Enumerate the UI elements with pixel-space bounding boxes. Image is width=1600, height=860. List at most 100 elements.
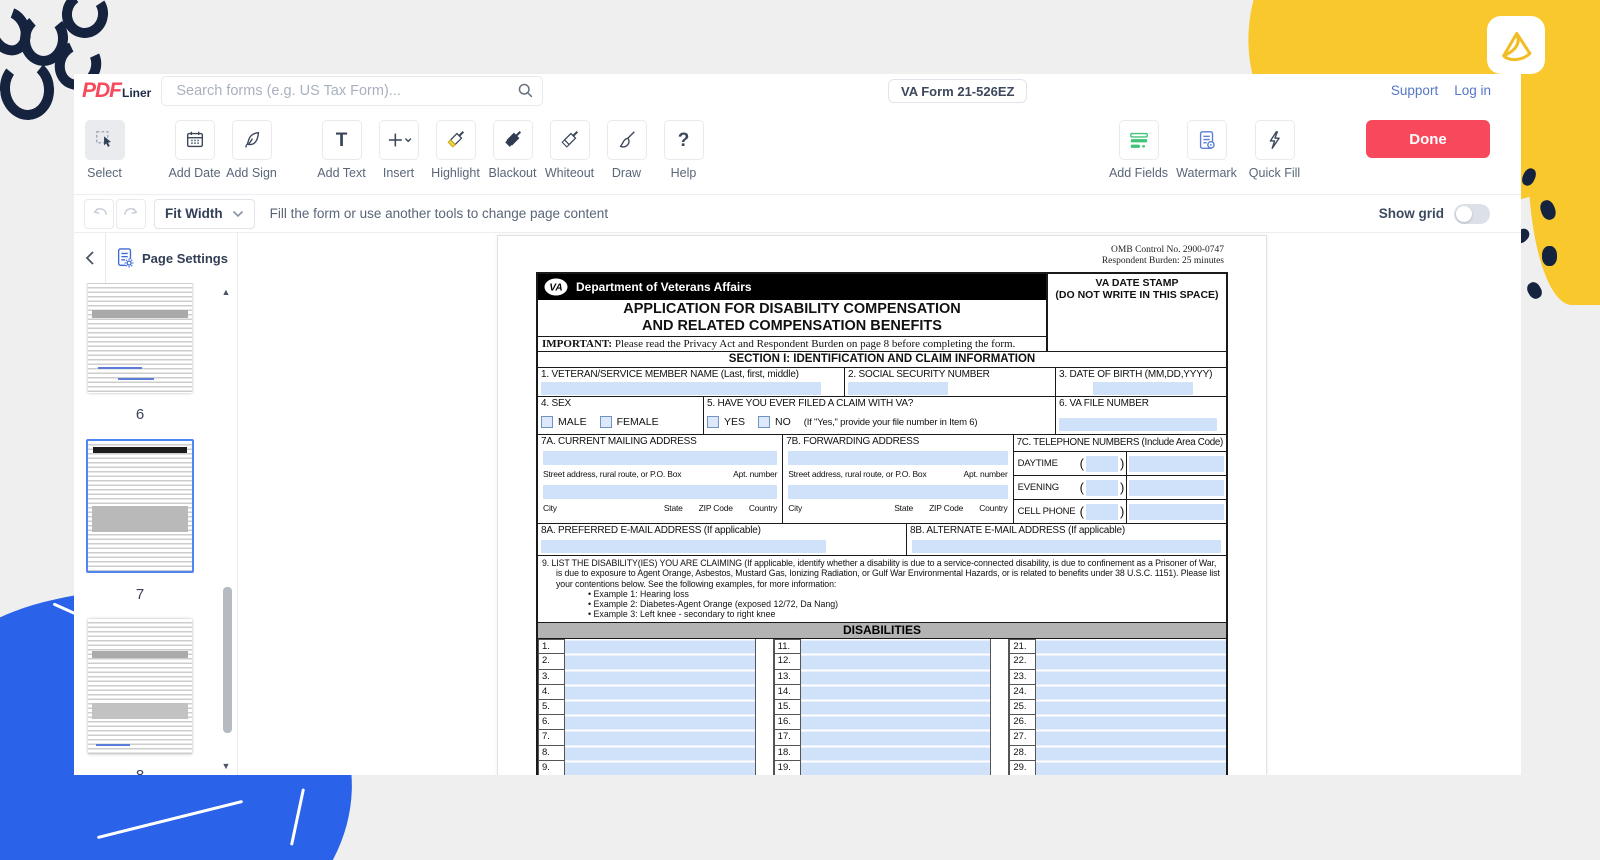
table-gap (755, 685, 774, 700)
disability-input[interactable] (565, 700, 755, 715)
redo-button[interactable] (116, 199, 146, 229)
watermark-button[interactable]: Watermark (1178, 120, 1235, 180)
disability-input[interactable] (801, 746, 991, 761)
forwarding-city-input[interactable] (788, 485, 1007, 499)
disability-input[interactable] (1036, 654, 1226, 669)
thumbnail-content (92, 703, 188, 719)
scroll-up-arrow[interactable]: ▲ (220, 287, 232, 297)
disability-input[interactable] (801, 730, 991, 745)
country-caption: Country (979, 503, 1007, 514)
blackout-button[interactable]: Blackout (484, 120, 541, 180)
main-toolbar: Select Add Date Add Sign T Add Text (74, 107, 1521, 194)
dob-input[interactable] (1093, 382, 1193, 395)
forwarding-street-input[interactable] (788, 451, 1007, 465)
draw-button[interactable]: Draw (598, 120, 655, 180)
disabilities-row: 2. 12. 22. (538, 654, 1226, 669)
daytime-area-code-input[interactable] (1086, 456, 1118, 472)
disability-input[interactable] (565, 715, 755, 730)
table-gap (990, 730, 1009, 745)
sidebar-collapse-button[interactable] (74, 233, 106, 283)
select-tool-button[interactable]: Select (76, 120, 133, 180)
cell-area-code-input[interactable] (1086, 504, 1118, 520)
va-file-number-input[interactable] (1059, 418, 1217, 431)
done-button[interactable]: Done (1366, 120, 1490, 158)
disability-input[interactable] (801, 715, 991, 730)
disability-input[interactable] (801, 685, 991, 700)
disability-input[interactable] (1036, 715, 1226, 730)
table-gap (755, 761, 774, 775)
disability-number: 3. (538, 670, 565, 685)
no-checkbox[interactable] (758, 416, 770, 428)
ssn-input[interactable] (848, 382, 948, 395)
evening-phone-input[interactable] (1129, 480, 1224, 496)
evening-area-code-input[interactable] (1086, 480, 1118, 496)
page-8-thumbnail[interactable] (88, 619, 192, 754)
zoom-mode-dropdown[interactable]: Fit Width (154, 199, 255, 229)
add-fields-button[interactable]: Add Fields (1110, 120, 1167, 180)
highlight-button[interactable]: Highlight (427, 120, 484, 180)
disability-input[interactable] (1036, 730, 1226, 745)
disability-input[interactable] (565, 685, 755, 700)
sidebar-scrollbar-thumb[interactable] (223, 587, 232, 733)
search-icon[interactable] (517, 82, 534, 99)
field-8b-label: 8B. ALTERNATE E-MAIL ADDRESS (If applica… (910, 525, 1223, 537)
toolbar-hint-text: Fill the form or use another tools to ch… (270, 206, 608, 221)
disability-input[interactable] (565, 730, 755, 745)
add-date-button[interactable]: Add Date (166, 120, 223, 180)
disability-input[interactable] (1036, 639, 1226, 654)
mailing-street-input[interactable] (543, 451, 777, 465)
disability-number: 21. (1009, 639, 1036, 654)
show-grid-toggle[interactable] (1454, 204, 1490, 224)
male-checkbox[interactable] (541, 416, 553, 428)
disability-input[interactable] (801, 654, 991, 669)
login-link[interactable]: Log in (1454, 83, 1491, 98)
logo-liner-text: Liner (122, 86, 151, 100)
app-body: Page Settings 6 (74, 233, 1521, 775)
page-6-thumbnail[interactable] (88, 283, 192, 393)
example-2: Example 2: Diabetes-Agent Orange (expose… (594, 599, 839, 609)
daytime-phone-input[interactable] (1129, 456, 1224, 472)
whiteout-button[interactable]: Whiteout (541, 120, 598, 180)
page-7-thumbnail-selected[interactable] (86, 439, 194, 573)
disability-input[interactable] (565, 761, 755, 775)
veteran-name-input[interactable] (541, 382, 821, 395)
disability-number: 14. (774, 685, 801, 700)
undo-button[interactable] (84, 199, 114, 229)
disability-input[interactable] (801, 670, 991, 685)
disability-input[interactable] (1036, 670, 1226, 685)
quick-fill-button[interactable]: Quick Fill (1246, 120, 1303, 180)
pdfliner-logo[interactable]: PDFLiner (82, 79, 151, 103)
alternate-email-input[interactable] (912, 540, 1221, 553)
disability-input[interactable] (801, 761, 991, 775)
disability-input[interactable] (565, 670, 755, 685)
add-fields-label: Add Fields (1109, 166, 1168, 180)
search-input[interactable] (174, 82, 517, 100)
disability-input[interactable] (1036, 761, 1226, 775)
disability-input[interactable] (1036, 700, 1226, 715)
field-9-text: 9. LIST THE DISABILITY(IES) YOU ARE CLAI… (542, 558, 1222, 589)
add-sign-button[interactable]: Add Sign (223, 120, 280, 180)
add-text-button[interactable]: T Add Text (313, 120, 370, 180)
search-box[interactable] (161, 76, 543, 106)
thumbnail-content (92, 506, 188, 532)
disability-input[interactable] (801, 639, 991, 654)
disability-input[interactable] (1036, 746, 1226, 761)
support-link[interactable]: Support (1391, 83, 1438, 98)
disability-input[interactable] (565, 639, 755, 654)
yes-checkbox[interactable] (707, 416, 719, 428)
female-checkbox[interactable] (600, 416, 612, 428)
insert-button[interactable]: Insert (370, 120, 427, 180)
agency-name: Department of Veterans Affairs (576, 280, 752, 294)
page-settings-button[interactable]: Page Settings (106, 247, 237, 269)
cell-phone-input[interactable] (1129, 504, 1224, 520)
disability-input[interactable] (565, 654, 755, 669)
disability-input[interactable] (801, 700, 991, 715)
disability-input[interactable] (565, 746, 755, 761)
mailing-city-input[interactable] (543, 485, 777, 499)
scroll-down-arrow[interactable]: ▼ (220, 761, 232, 771)
va-date-stamp-box: VA DATE STAMP (DO NOT WRITE IN THIS SPAC… (1046, 274, 1226, 351)
disabilities-table-body: 1. 11. 21. 2. 12. 22. 3. 13. 23. 4. 14. (538, 638, 1226, 775)
help-button[interactable]: ? Help (655, 120, 712, 180)
disability-input[interactable] (1036, 685, 1226, 700)
preferred-email-input[interactable] (541, 540, 826, 553)
